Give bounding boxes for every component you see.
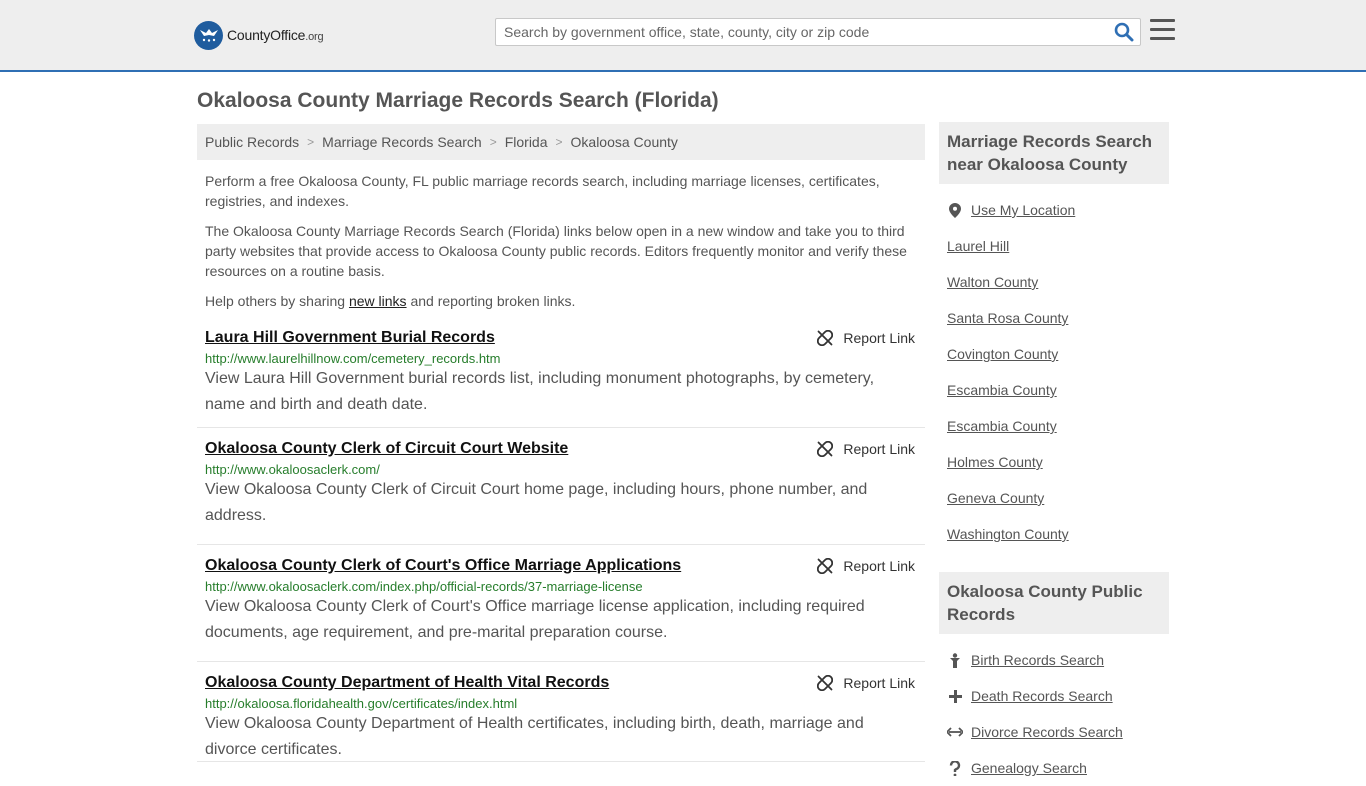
page-title: Okaloosa County Marriage Records Search … [197, 89, 719, 112]
main-content: Public Records > Marriage Records Search… [197, 124, 925, 762]
nearby-link[interactable]: Escambia County [947, 418, 1057, 434]
nearby-link[interactable]: Geneva County [947, 490, 1044, 506]
nearby-link[interactable]: Santa Rosa County [947, 310, 1068, 326]
report-link-button[interactable]: Report Link [817, 675, 915, 691]
result-title-link[interactable]: Okaloosa County Department of Health Vit… [205, 674, 609, 692]
use-my-location-link[interactable]: Use My Location [971, 202, 1075, 218]
nearby-link[interactable]: Covington County [947, 346, 1058, 362]
result-url: http://www.laurelhillnow.com/cemetery_re… [205, 351, 501, 366]
intro-paragraph-3: Help others by sharing new links and rep… [205, 293, 576, 309]
sidebar-public-records: Okaloosa County Public Records Birth Rec… [939, 572, 1169, 786]
result-item: Okaloosa County Clerk of Circuit Court W… [197, 428, 925, 545]
site-logo[interactable]: CountyOffice.org [194, 20, 324, 50]
cross-icon [947, 689, 963, 703]
public-records-list: Birth Records Search Death Records Search… [939, 642, 1169, 786]
nearby-item: Geneva County [947, 480, 1161, 516]
result-item: Okaloosa County Clerk of Court's Office … [197, 545, 925, 662]
search-box [495, 18, 1141, 46]
search-icon[interactable] [1114, 22, 1134, 42]
broken-link-icon [817, 675, 834, 691]
nearby-item: Escambia County [947, 408, 1161, 444]
nearby-item: Covington County [947, 336, 1161, 372]
new-links-link[interactable]: new links [349, 293, 407, 309]
result-description: View Laura Hill Government burial record… [205, 370, 875, 413]
report-link-button[interactable]: Report Link [817, 441, 915, 457]
nearby-link[interactable]: Holmes County [947, 454, 1043, 470]
breadcrumb-separator-icon: > [555, 135, 563, 149]
site-header: CountyOffice.org [0, 0, 1366, 72]
result-item: Laura Hill Government Burial Records Repo… [197, 311, 925, 428]
breadcrumb-okaloosa-county[interactable]: Okaloosa County [571, 134, 678, 150]
result-title-link[interactable]: Okaloosa County Clerk of Court's Office … [205, 557, 681, 575]
nearby-item: Washington County [947, 516, 1161, 552]
report-link-button[interactable]: Report Link [817, 330, 915, 346]
sidebar-nearby-title: Marriage Records Search near Okaloosa Co… [939, 122, 1169, 184]
nearby-link[interactable]: Laurel Hill [947, 238, 1009, 254]
sidebar-nearby: Marriage Records Search near Okaloosa Co… [939, 122, 1169, 552]
result-url: http://www.okaloosaclerk.com/index.php/o… [205, 579, 643, 594]
result-description: View Okaloosa County Clerk of Court's Of… [205, 598, 865, 641]
nearby-list: Use My Location Laurel Hill Walton County… [939, 192, 1169, 552]
broken-link-icon [817, 558, 834, 574]
public-records-link[interactable]: Divorce Records Search [971, 724, 1123, 740]
public-records-link[interactable]: Death Records Search [971, 688, 1113, 704]
hamburger-menu-icon[interactable] [1150, 19, 1175, 41]
sidebar-public-title: Okaloosa County Public Records [939, 572, 1169, 634]
baby-icon [947, 652, 963, 668]
intro-paragraph-1: Perform a free Okaloosa County, FL publi… [205, 173, 880, 209]
broken-link-icon [817, 441, 834, 457]
nearby-item: Walton County [947, 264, 1161, 300]
public-records-item: Genealogy Search [947, 750, 1161, 786]
result-description: View Okaloosa County Department of Healt… [205, 715, 864, 758]
report-link-label: Report Link [843, 675, 915, 691]
logo-text: CountyOffice.org [227, 27, 324, 43]
question-icon [947, 760, 963, 776]
breadcrumb-separator-icon: > [489, 135, 497, 149]
breadcrumb-florida[interactable]: Florida [505, 134, 548, 150]
use-location-item: Use My Location [947, 192, 1161, 228]
results-list: Laura Hill Government Burial Records Repo… [197, 311, 925, 762]
public-records-item: Birth Records Search [947, 642, 1161, 678]
nearby-link[interactable]: Escambia County [947, 382, 1057, 398]
search-input[interactable] [496, 19, 1096, 45]
public-records-link[interactable]: Genealogy Search [971, 760, 1087, 776]
public-records-item: Divorce Records Search [947, 714, 1161, 750]
result-description: View Okaloosa County Clerk of Circuit Co… [205, 481, 868, 524]
nearby-item: Laurel Hill [947, 228, 1161, 264]
broken-link-icon [817, 330, 834, 346]
public-records-link[interactable]: Birth Records Search [971, 652, 1104, 668]
report-link-label: Report Link [843, 441, 915, 457]
result-url: http://okaloosa.floridahealth.gov/certif… [205, 696, 518, 711]
location-pin-icon [947, 202, 963, 218]
breadcrumb-public-records[interactable]: Public Records [205, 134, 299, 150]
report-link-button[interactable]: Report Link [817, 558, 915, 574]
nearby-item: Santa Rosa County [947, 300, 1161, 336]
intro-paragraph-2: The Okaloosa County Marriage Records Sea… [205, 223, 907, 279]
result-title-link[interactable]: Laura Hill Government Burial Records [205, 329, 495, 347]
nearby-link[interactable]: Washington County [947, 526, 1069, 542]
breadcrumb: Public Records > Marriage Records Search… [197, 124, 925, 160]
breadcrumb-marriage-records[interactable]: Marriage Records Search [322, 134, 482, 150]
nearby-item: Escambia County [947, 372, 1161, 408]
result-item: Okaloosa County Department of Health Vit… [197, 662, 925, 762]
nearby-item: Holmes County [947, 444, 1161, 480]
report-link-label: Report Link [843, 558, 915, 574]
breadcrumb-separator-icon: > [307, 135, 315, 149]
nearby-link[interactable]: Walton County [947, 274, 1038, 290]
result-url: http://www.okaloosaclerk.com/ [205, 462, 380, 477]
logo-eagle-icon [194, 20, 223, 50]
arrows-icon [947, 727, 963, 737]
result-title-link[interactable]: Okaloosa County Clerk of Circuit Court W… [205, 440, 568, 458]
report-link-label: Report Link [843, 330, 915, 346]
intro-text: Perform a free Okaloosa County, FL publi… [197, 171, 925, 311]
public-records-item: Death Records Search [947, 678, 1161, 714]
